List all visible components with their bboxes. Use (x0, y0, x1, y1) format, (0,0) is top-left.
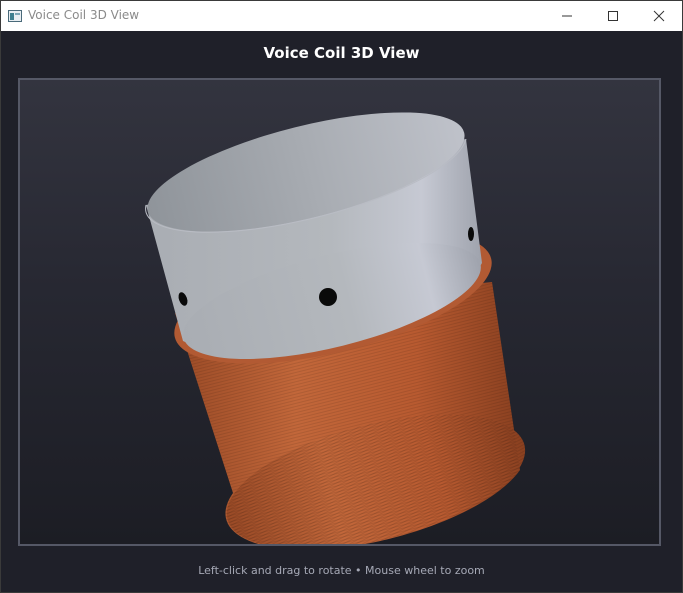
window-app-icon (8, 9, 22, 22)
maximize-icon (608, 11, 618, 21)
close-icon (653, 10, 665, 22)
window-title: Voice Coil 3D View (28, 8, 140, 22)
client-area: Voice Coil 3D View Left-click and drag t… (1, 31, 682, 592)
controls-hint: Left-click and drag to rotate • Mouse wh… (198, 564, 485, 577)
title-bar[interactable]: Voice Coil 3D View (1, 1, 682, 31)
minimize-icon (562, 15, 572, 17)
app-window: Voice Coil 3D View Voice Coil 3D View Le… (0, 0, 683, 593)
close-button[interactable] (636, 1, 682, 31)
3d-viewport[interactable] (18, 78, 661, 546)
view-heading: Voice Coil 3D View (263, 44, 420, 62)
voice-coil-model[interactable] (20, 80, 659, 544)
minimize-button[interactable] (544, 1, 590, 31)
vent-hole (319, 288, 337, 306)
vent-hole (468, 227, 474, 241)
maximize-button[interactable] (590, 1, 636, 31)
